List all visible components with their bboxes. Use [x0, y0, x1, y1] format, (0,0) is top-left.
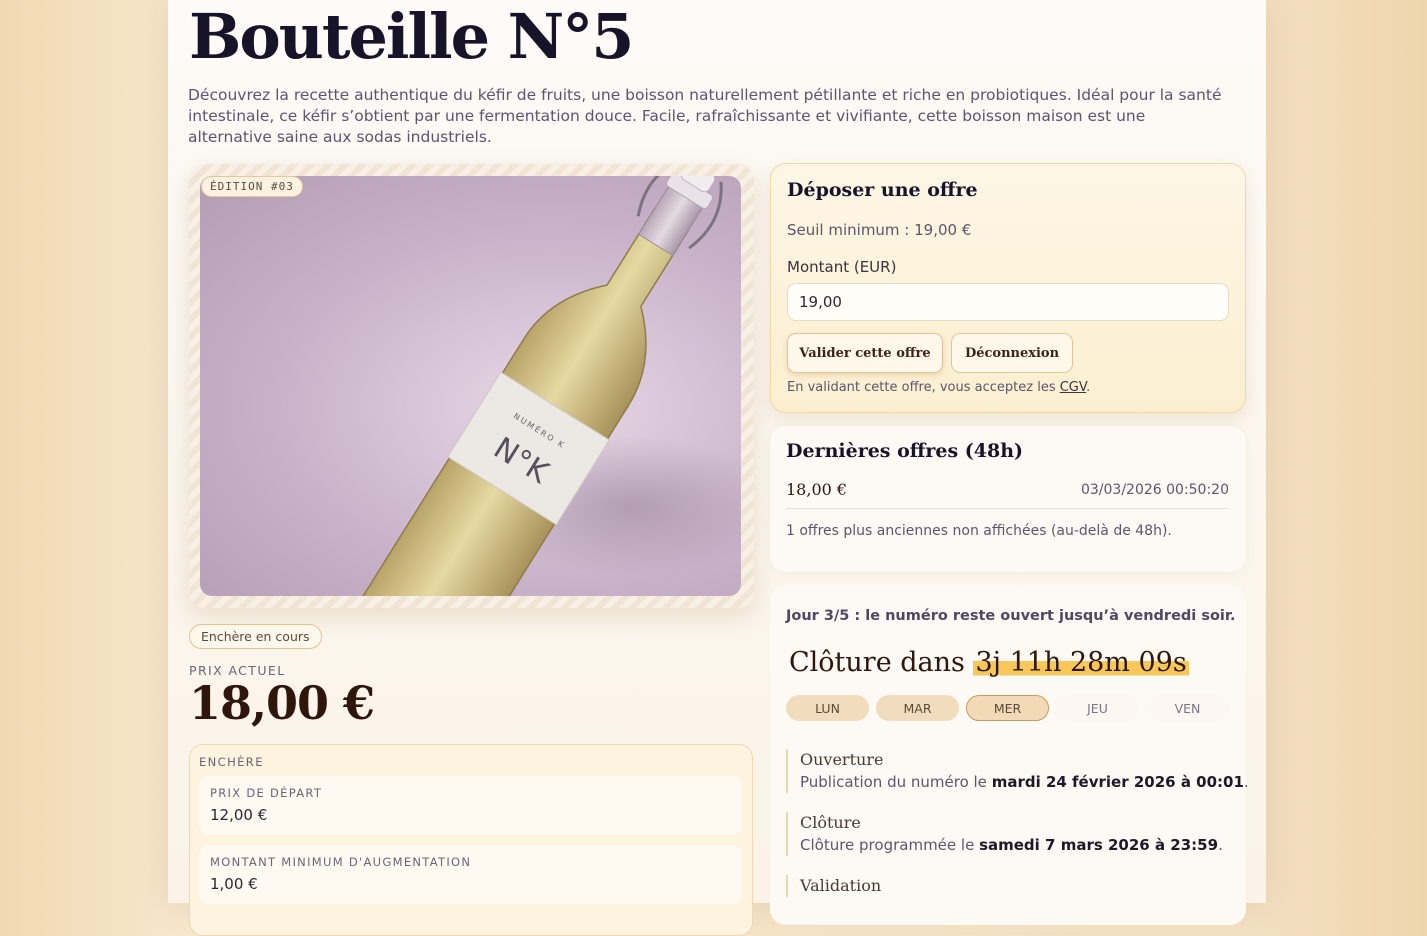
auction-details-card: ENCHÈRE PRIX DE DÉPART 12,00 € MONTANT M…: [189, 744, 753, 936]
recent-offers-title: Dernières offres (48h): [786, 440, 1024, 462]
bottle-illustration: NUMÉRO K N°K: [326, 176, 741, 596]
timeline-text: Publication du numéro le mardi 24 févrie…: [800, 771, 1249, 793]
schedule-card: Jour 3/5 : le numéro reste ouvert jusqu’…: [770, 585, 1249, 925]
status-badge: Enchère en cours: [189, 624, 322, 649]
logout-button[interactable]: Déconnexion: [951, 333, 1073, 373]
timeline-title: Clôture: [800, 813, 861, 832]
offer-form-card: Déposer une offre Seuil minimum : 19,00 …: [770, 163, 1246, 413]
timeline-text-suffix: .: [1243, 773, 1249, 791]
timeline-text-prefix: Clôture programmée le: [800, 836, 980, 854]
edition-badge: ÉDITION #03: [201, 176, 303, 197]
offer-form-title: Déposer une offre: [787, 179, 978, 201]
submit-offer-button[interactable]: Valider cette offre: [787, 333, 943, 373]
page-container: Bouteille N°5 Découvrez la recette authe…: [168, 0, 1266, 936]
timeline-text: Clôture programmée le samedi 7 mars 2026…: [800, 834, 1232, 856]
offer-timestamp: 03/03/2026 00:50:20: [1080, 482, 1229, 498]
day-fri[interactable]: VEN: [1146, 695, 1229, 721]
offer-amount: 18,00 €: [786, 480, 848, 499]
list-item: 18,00 € 03/03/2026 00:50:20: [786, 480, 1229, 509]
min-increment-item: MONTANT MINIMUM D'AUGMENTATION 1,00 €: [199, 845, 742, 904]
timeline-title: Validation: [800, 876, 882, 895]
start-price-item: PRIX DE DÉPART 12,00 €: [199, 776, 742, 835]
timeline-text-date: mardi 24 février 2026 à 00:01: [991, 773, 1244, 791]
weekday-selector: LUN MAR MER JEU VEN: [786, 695, 1230, 721]
timeline-item-opening: Ouverture Publication du numéro le mardi…: [786, 749, 1249, 793]
min-increment-value: 1,00 €: [210, 875, 258, 893]
start-price-value: 12,00 €: [210, 806, 268, 824]
current-price-value: 18,00 €: [189, 676, 375, 730]
day-note: Jour 3/5 : le numéro reste ouvert jusqu’…: [786, 608, 1236, 624]
timeline-title: Ouverture: [800, 750, 884, 769]
auction-section-label: ENCHÈRE: [199, 755, 264, 769]
start-price-label: PRIX DE DÉPART: [210, 786, 323, 800]
timeline-text-suffix: .: [1218, 836, 1223, 854]
page-title: Bouteille N°5: [189, 0, 634, 73]
countdown: Clôture dans 3j 11h 28m 09s: [789, 647, 1189, 678]
day-tue[interactable]: MAR: [876, 695, 959, 721]
min-threshold-text: Seuil minimum : 19,00 €: [787, 221, 972, 239]
min-increment-label: MONTANT MINIMUM D'AUGMENTATION: [210, 855, 472, 869]
product-image-card: NUMÉRO K N°K ÉDITION #03: [189, 164, 754, 608]
product-image: NUMÉRO K N°K: [200, 176, 741, 596]
older-offers-note: 1 offres plus anciennes non affichées (a…: [786, 523, 1172, 539]
cgv-link[interactable]: CGV: [1060, 380, 1086, 395]
timeline-item-validation: Validation: [786, 875, 1232, 897]
legal-notice: En validant cette offre, vous acceptez l…: [787, 380, 1090, 395]
day-mon[interactable]: LUN: [786, 695, 869, 721]
countdown-timer: 3j 11h 28m 09s: [973, 647, 1189, 678]
timeline-text-date: samedi 7 mars 2026 à 23:59: [979, 836, 1219, 854]
product-description: Découvrez la recette authentique du kéfi…: [188, 86, 1222, 146]
legal-suffix: .: [1086, 380, 1091, 395]
timeline-text-prefix: Publication du numéro le: [800, 773, 992, 791]
legal-prefix: En validant cette offre, vous acceptez l…: [787, 380, 1060, 395]
timeline-item-closing: Clôture Clôture programmée le samedi 7 m…: [786, 812, 1232, 856]
countdown-prefix: Clôture dans: [789, 647, 965, 678]
day-wed[interactable]: MER: [966, 695, 1049, 721]
amount-input[interactable]: [787, 283, 1229, 321]
day-thu[interactable]: JEU: [1056, 695, 1139, 721]
amount-label: Montant (EUR): [787, 258, 897, 276]
recent-offers-card: Dernières offres (48h) 18,00 € 03/03/202…: [770, 426, 1246, 572]
